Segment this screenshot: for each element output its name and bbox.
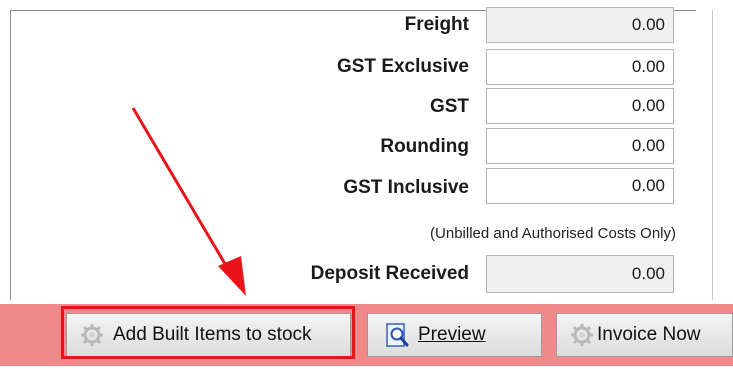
freight-label: Freight (404, 14, 469, 35)
costs-note: (Unbilled and Authorised Costs Only) (430, 225, 676, 242)
preview-label: Preview (418, 324, 486, 345)
rounding-label: Rounding (380, 136, 469, 157)
gst-exclusive-label: GST Exclusive (336, 56, 469, 77)
gst-field: 0.00 (486, 88, 674, 124)
preview-button[interactable]: Preview (367, 313, 542, 357)
rounding-field: 0.00 (486, 128, 674, 164)
add-built-items-button[interactable]: Add Built Items to stock (66, 313, 351, 357)
add-built-items-label: Add Built Items to stock (113, 324, 312, 345)
gst-inclusive-label: GST Inclusive (343, 177, 469, 198)
gst-exclusive-field: 0.00 (486, 49, 674, 85)
invoice-now-button[interactable]: Invoice Now (556, 313, 733, 357)
gst-inclusive-field: 0.00 (486, 168, 674, 204)
gst-label: GST (429, 96, 469, 117)
preview-document-icon (386, 323, 409, 347)
right-divider (712, 10, 713, 300)
gear-icon (81, 324, 103, 346)
freight-field[interactable]: 0.00 (486, 7, 674, 43)
deposit-received-label: Deposit Received (310, 263, 469, 284)
right-scroll-area (696, 10, 733, 300)
gear-icon (571, 324, 593, 346)
deposit-received-field: 0.00 (486, 255, 674, 293)
invoice-now-label: Invoice Now (597, 324, 701, 345)
